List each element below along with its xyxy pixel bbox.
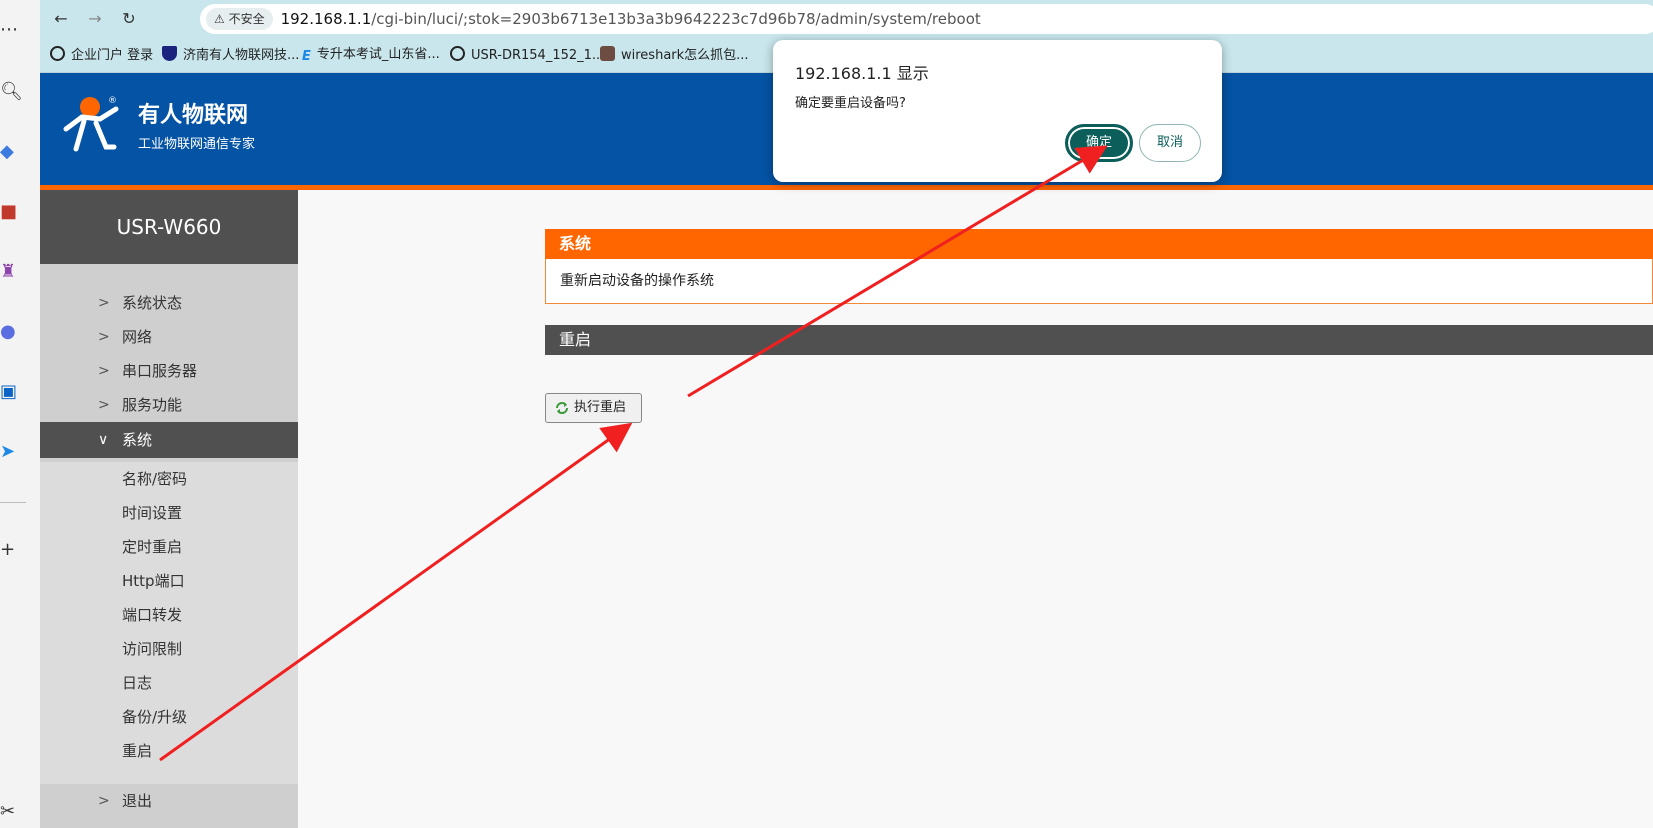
bookmark-label: 专升本考试_山东省... [316, 47, 440, 62]
tag-icon[interactable]: ◆ [0, 140, 24, 164]
bookmark-label: USR-DR154_152_1... [471, 48, 605, 63]
submenu-label: 端口转发 [122, 606, 183, 624]
send-icon[interactable]: ➤ [0, 440, 24, 464]
submenu-label: 备份/升级 [122, 708, 188, 726]
section-description: 重新启动设备的操作系统 [545, 259, 1653, 304]
bookmark-label: wireshark怎么抓包... [621, 48, 749, 63]
submenu-label: 名称/密码 [122, 470, 188, 488]
submenu-item-reboot[interactable]: 重启 [40, 734, 298, 768]
chevron-right-icon: > [98, 793, 110, 809]
chevron-down-icon: ∨ [98, 432, 109, 448]
submenu-label: 重启 [122, 742, 153, 760]
e-logo-icon: E [302, 49, 311, 64]
forward-icon[interactable]: → [84, 8, 106, 30]
brand-name: 有人物联网 [138, 102, 249, 127]
menu-label: 退出 [122, 792, 153, 810]
url-text: 192.168.1.1/cgi-bin/luci/;stok=2903b6713… [281, 4, 981, 34]
brand-slogan: 工业物联网通信专家 [138, 137, 256, 152]
usr-logo-icon: ® [63, 96, 119, 152]
submenu-item-scheduled-reboot[interactable]: 定时重启 [40, 530, 298, 564]
bookmark-item[interactable]: wireshark怎么抓包... [600, 46, 749, 65]
device-name: USR-W660 [40, 190, 298, 264]
submenu-label: 访问限制 [122, 640, 183, 658]
dialog-ok-button[interactable]: 确定 [1065, 124, 1133, 162]
copilot-icon[interactable]: ● [0, 320, 24, 344]
shield-icon [162, 46, 177, 61]
reboot-section-title: 重启 [545, 325, 1653, 355]
submenu-label: 时间设置 [122, 504, 183, 522]
menu-item-services[interactable]: > 服务功能 [40, 388, 298, 422]
strip-divider [0, 502, 26, 503]
dialog-title: 192.168.1.1 显示 [795, 64, 929, 83]
browser-toolbar: ← → ↻ ⚠ 不安全 192.168.1.1/cgi-bin/luci/;sto… [40, 0, 1653, 38]
menu-item-status[interactable]: > 系统状态 [40, 286, 298, 320]
menu-label: 串口服务器 [122, 362, 198, 380]
confirm-dialog: 192.168.1.1 显示 确定要重启设备吗? 确定 取消 [773, 40, 1222, 182]
submenu-item-http-port[interactable]: Http端口 [40, 564, 298, 598]
dialog-message: 确定要重启设备吗? [795, 96, 906, 111]
sidebar: USR-W660 > 系统状态 > 网络 > 串口服务器 > 服务功能 ∨ 系统 名称/密… [40, 190, 298, 828]
bookmark-label: 企业门户 登录 [71, 48, 154, 63]
toolbox-icon[interactable]: ■ [0, 200, 24, 224]
insecure-label: 不安全 [228, 12, 265, 26]
outlook-icon[interactable]: ▣ [0, 380, 24, 404]
submenu-item-access-limit[interactable]: 访问限制 [40, 632, 298, 666]
security-badge[interactable]: ⚠ 不安全 [206, 8, 273, 30]
menu-item-logout[interactable]: > 退出 [40, 784, 298, 818]
execute-reboot-button[interactable]: 执行重启 [545, 393, 642, 423]
submenu-item-time[interactable]: 时间设置 [40, 496, 298, 530]
chevron-right-icon: > [98, 397, 110, 413]
submenu-item-name-password[interactable]: 名称/密码 [40, 462, 298, 496]
submenu-label: Http端口 [122, 572, 185, 590]
system-submenu: 名称/密码 时间设置 定时重启 Http端口 端口转发 访问限制 日志 备份/升… [40, 462, 298, 784]
globe-icon [450, 46, 465, 61]
bookmark-item[interactable]: 济南有人物联网技... [162, 46, 299, 65]
menu-label: 网络 [122, 328, 153, 346]
desktop-side-toolbar: ⋯ 🔍︎ ◆ ■ ♜ ● ▣ ➤ + ✂ [0, 0, 41, 828]
reload-icon[interactable]: ↻ [118, 8, 140, 30]
back-icon[interactable]: ← [50, 8, 72, 30]
submenu-item-log[interactable]: 日志 [40, 666, 298, 700]
menu-label: 系统状态 [122, 294, 183, 312]
execute-reboot-label: 执行重启 [574, 400, 627, 415]
submenu-item-port-forward[interactable]: 端口转发 [40, 598, 298, 632]
url-host: 192.168.1.1 [280, 10, 372, 28]
more-icon[interactable]: ⋯ [0, 18, 24, 42]
search-icon[interactable]: 🔍︎ [0, 80, 24, 104]
address-bar[interactable]: ⚠ 不安全 192.168.1.1/cgi-bin/luci/;stok=2903… [200, 4, 1653, 34]
add-icon[interactable]: + [0, 538, 24, 562]
svg-text:®: ® [108, 96, 117, 106]
bookmark-item[interactable]: USR-DR154_152_1... [450, 46, 604, 65]
bookmark-label: 济南有人物联网技... [183, 48, 300, 63]
bookmark-item[interactable]: 企业门户 登录 [50, 46, 153, 65]
section-title: 系统 [545, 229, 1653, 259]
menu-label: 系统 [122, 431, 153, 449]
url-path: /cgi-bin/luci/;stok=2903b6713e13b3a3b964… [371, 10, 981, 28]
chevron-right-icon: > [98, 329, 110, 345]
submenu-item-backup-upgrade[interactable]: 备份/升级 [40, 700, 298, 734]
submenu-label: 定时重启 [122, 538, 183, 556]
chess-icon[interactable]: ♜ [0, 260, 24, 284]
menu-item-network[interactable]: > 网络 [40, 320, 298, 354]
dialog-cancel-button[interactable]: 取消 [1139, 124, 1201, 162]
refresh-icon [556, 402, 568, 414]
menu-item-serial-server[interactable]: > 串口服务器 [40, 354, 298, 388]
submenu-label: 日志 [122, 674, 153, 692]
globe-icon [50, 46, 65, 61]
snip-icon[interactable]: ✂ [0, 800, 24, 824]
menu-item-system[interactable]: ∨ 系统 [40, 422, 298, 458]
chevron-right-icon: > [98, 363, 110, 379]
chevron-right-icon: > [98, 295, 110, 311]
bookmark-item[interactable]: E 专升本考试_山东省... [302, 46, 440, 64]
avatar-icon [600, 46, 615, 61]
menu-label: 服务功能 [122, 396, 183, 414]
